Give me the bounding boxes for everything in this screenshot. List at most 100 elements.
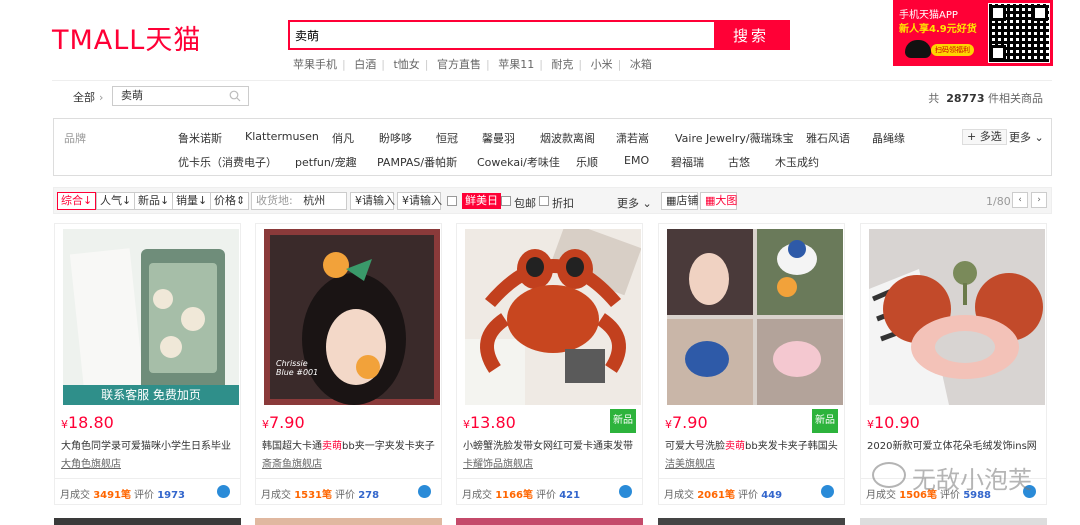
header: TMALL天猫 搜索 苹果手机| 白酒| t恤女| 官方直售| 苹果11| 耐克…: [0, 0, 1080, 80]
product-image[interactable]: [465, 229, 641, 405]
shop-link[interactable]: 大角色旗舰店: [61, 455, 121, 470]
multi-select-button[interactable]: + 多选: [962, 129, 1007, 145]
product-card[interactable]: ¥13.80 新品 小螃蟹洗脸发带女网红可爱卡通束发带 卡耀饰品旗舰店 月成交 …: [456, 223, 643, 505]
hot-word[interactable]: 冰箱: [625, 58, 657, 71]
brand-item[interactable]: Klattermusen: [245, 130, 319, 143]
brand-item[interactable]: PAMPAS/番帕斯: [377, 154, 457, 170]
monthly-sales: 2061笔: [697, 490, 736, 501]
product-price: ¥13.80: [463, 413, 516, 432]
brand-item[interactable]: 古悠: [728, 154, 750, 170]
hot-word[interactable]: 耐克: [546, 58, 578, 71]
next-row-image: [456, 518, 643, 525]
shop-link[interactable]: 卡耀饰品旗舰店: [463, 455, 533, 470]
discount-checkbox[interactable]: [539, 196, 549, 206]
chevron-right-icon: ›: [99, 91, 104, 104]
breadcrumb-all[interactable]: 全部: [73, 91, 95, 104]
brand-item[interactable]: 优卡乐（消费电子）: [178, 154, 277, 170]
brand-item[interactable]: 恒冠: [436, 130, 458, 146]
view-big-image-button[interactable]: ▦大图: [700, 192, 737, 210]
brand-item[interactable]: petfun/宠趣: [295, 154, 357, 170]
product-title[interactable]: 大角色同学录可爱猫咪小学生日系毕业: [61, 437, 236, 452]
review-count: 449: [761, 490, 783, 501]
product-title[interactable]: 韩国超大卡通卖萌bb夹一字夹发卡夹子: [262, 437, 437, 452]
result-count: 共 28773 件相关商品: [928, 92, 1043, 105]
brand-item[interactable]: 馨曼羽: [482, 130, 515, 146]
view-shop-button[interactable]: ▦店铺: [661, 192, 698, 210]
free-shipping-label: 包邮: [514, 197, 536, 210]
product-image[interactable]: Chrissie Blue #001: [264, 229, 440, 405]
wangwang-chat-icon[interactable]: [217, 485, 230, 498]
search-input[interactable]: [290, 22, 716, 48]
hot-word[interactable]: 苹果手机: [288, 58, 342, 71]
prev-page-button[interactable]: ‹: [1012, 192, 1028, 208]
product-stats: 月成交 1166笔 评价 421: [457, 478, 642, 504]
tmall-logo[interactable]: TMALL天猫: [52, 18, 201, 57]
brand-item[interactable]: 盼哆哆: [379, 130, 412, 146]
hot-word[interactable]: 白酒: [349, 58, 381, 71]
arrow-down-icon: ↓: [122, 194, 132, 207]
product-image[interactable]: 联系客服 免费加页: [63, 229, 239, 405]
app-promo-title: 手机天猫APP: [899, 10, 958, 21]
brand-item[interactable]: Vaire Jewelry/薇瑞珠宝: [675, 130, 794, 146]
shop-link[interactable]: 斎斎鱼旗舰店: [262, 455, 322, 470]
product-title[interactable]: 小螃蟹洗脸发带女网红可爱卡通束发带: [463, 437, 638, 452]
hot-word[interactable]: 官方直售: [432, 58, 486, 71]
brand-item[interactable]: 烟波款离阁: [540, 130, 595, 146]
next-row-image: [658, 518, 845, 525]
chevron-down-icon: ⌄: [1034, 131, 1044, 144]
product-card[interactable]: 联系客服 免费加页 ¥18.80 大角色同学录可爱猫咪小学生日系毕业 大角色旗舰…: [54, 223, 241, 505]
brand-item[interactable]: Cowekai/考味佳: [477, 154, 560, 170]
brand-item[interactable]: 雅石风语: [806, 130, 850, 146]
brand-item[interactable]: 晶绳缘: [872, 130, 905, 146]
arrow-down-icon: ↓: [160, 194, 170, 207]
fresh-checkbox[interactable]: [447, 196, 457, 206]
wangwang-chat-icon[interactable]: [418, 485, 431, 498]
hot-word[interactable]: 苹果11: [493, 58, 539, 71]
brand-more-button[interactable]: 更多 ⌄: [1009, 129, 1044, 145]
product-title[interactable]: 2020新款可爱立体花朵毛绒发饰ins网: [867, 437, 1042, 452]
result-count-number: 28773: [946, 92, 985, 105]
sort-filter-bar: 综合↓ 人气↓ 新品↓ 销量↓ 价格⇕ 收货地: 杭州 ¥请输入 ¥请输入 鲜美…: [53, 187, 1052, 214]
brand-item[interactable]: 潇若嵩: [616, 130, 649, 146]
product-price: ¥10.90: [867, 413, 920, 432]
arrow-down-icon: ↓: [83, 194, 93, 207]
next-row-image: [255, 518, 442, 525]
sort-popularity[interactable]: 人气↓: [96, 192, 136, 210]
price-max-input[interactable]: ¥请输入: [397, 192, 442, 210]
filter-more-button[interactable]: 更多 ⌄: [617, 195, 652, 211]
sort-new[interactable]: 新品↓: [134, 192, 174, 210]
review-count: 1973: [157, 490, 186, 501]
brand-item[interactable]: 乐顺: [576, 154, 598, 170]
breadcrumb-search-input[interactable]: 卖萌: [112, 86, 249, 106]
brand-item[interactable]: EMO: [624, 154, 649, 167]
brand-item[interactable]: 鲁米诺斯: [178, 130, 222, 146]
search-button[interactable]: 搜索: [714, 22, 788, 48]
sort-sales[interactable]: 销量↓: [172, 192, 212, 210]
sort-price[interactable]: 价格⇕: [210, 192, 250, 210]
breadcrumb[interactable]: 全部 ›: [73, 89, 103, 105]
brand-item[interactable]: 碧福瑞: [671, 154, 704, 170]
brand-item[interactable]: 木玉成约: [775, 154, 819, 170]
app-promo-offer: 新人享4.9元好货: [899, 24, 977, 35]
fresh-day-tag[interactable]: 鲜美日: [462, 193, 501, 209]
tmall-cat-icon: [905, 40, 931, 58]
product-title[interactable]: 可爱大号洗脸卖萌bb夹发卡夹子韩国头: [665, 437, 840, 452]
wechat-icon: [872, 462, 906, 488]
free-shipping-checkbox[interactable]: [501, 196, 511, 206]
product-image[interactable]: [869, 229, 1045, 405]
product-card[interactable]: Chrissie Blue #001 ¥7.90 韩国超大卡通卖萌bb夹一字夹发…: [255, 223, 442, 505]
wangwang-chat-icon[interactable]: [821, 485, 834, 498]
hot-word[interactable]: 小米: [586, 58, 618, 71]
search-icon[interactable]: [229, 90, 241, 102]
wangwang-chat-icon[interactable]: [619, 485, 632, 498]
brand-item[interactable]: 俏凡: [332, 130, 354, 146]
hot-word[interactable]: t恤女: [388, 58, 424, 71]
location-select[interactable]: 收货地: 杭州: [251, 192, 347, 210]
next-page-button[interactable]: ›: [1031, 192, 1047, 208]
product-image[interactable]: [667, 229, 843, 405]
price-min-input[interactable]: ¥请输入: [350, 192, 395, 210]
shop-link[interactable]: 洁美旗舰店: [665, 455, 715, 470]
monthly-sales: 3491笔: [93, 490, 132, 501]
product-card[interactable]: ¥7.90 新品 可爱大号洗脸卖萌bb夹发卡夹子韩国头 洁美旗舰店 月成交 20…: [658, 223, 845, 505]
sort-default[interactable]: 综合↓: [57, 192, 97, 210]
